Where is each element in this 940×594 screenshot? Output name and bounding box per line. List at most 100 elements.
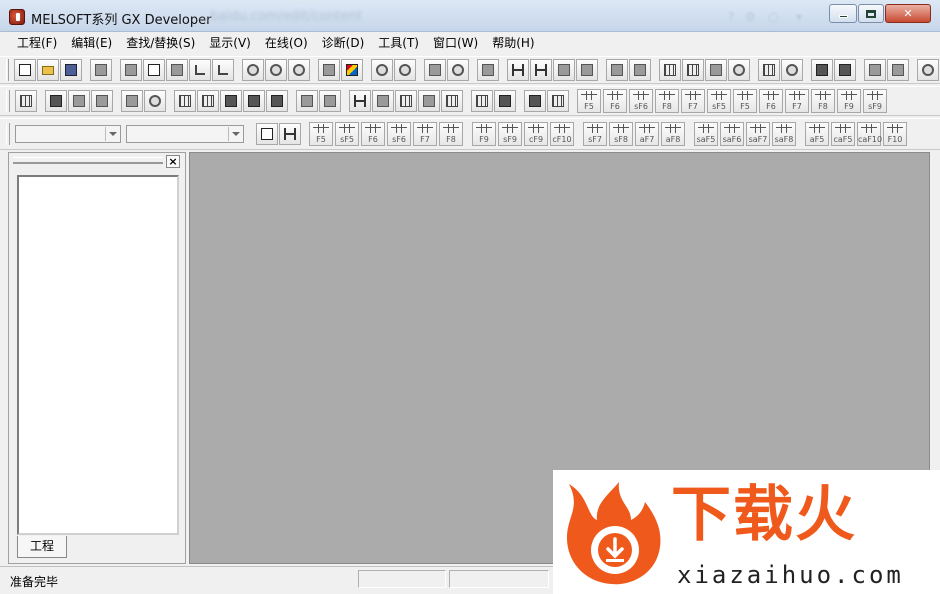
ladder-symbol-button[interactable]: aF8 [661,122,685,146]
minimize-button[interactable] [829,4,857,23]
save-button[interactable] [60,59,82,81]
ladder-edit-button[interactable] [530,59,552,81]
device-button[interactable] [144,90,166,112]
find-device-button[interactable] [265,59,287,81]
ladder-symbol-button[interactable]: aF5 [805,122,829,146]
replace-button[interactable] [68,90,90,112]
block-button[interactable] [174,90,196,112]
step-button[interactable] [811,59,833,81]
menu-item[interactable]: 诊断(D) [315,34,372,52]
window-button[interactable] [864,59,886,81]
ladder-symbol-button[interactable]: F5 [309,122,333,146]
ladder-symbol-button[interactable]: saF8 [772,122,796,146]
insert-button[interactable] [220,90,242,112]
ladder-symbol-button[interactable]: F8 [811,89,835,113]
block-2-button[interactable] [197,90,219,112]
timing-button[interactable] [728,59,750,81]
ladder-symbol-button[interactable]: sF5 [335,122,359,146]
menu-item[interactable]: 在线(O) [258,34,315,52]
insert-row-button[interactable] [243,90,265,112]
menu-item[interactable]: 查找/替换(S) [119,34,202,52]
menu-item[interactable]: 显示(V) [202,34,258,52]
ladder-monitor-button[interactable] [279,123,301,145]
menu-item[interactable]: 窗口(W) [426,34,485,52]
ladder-symbol-button[interactable]: sF7 [583,122,607,146]
ladder-symbol-button[interactable]: F9 [837,89,861,113]
ladder-symbol-button[interactable]: sF5 [707,89,731,113]
ladder-symbol-button[interactable]: F5 [733,89,757,113]
menu-item[interactable]: 编辑(E) [64,34,119,52]
grid-tool-button[interactable] [758,59,780,81]
zoom-button[interactable] [371,59,393,81]
list-2-button[interactable] [547,90,569,112]
replace-2-button[interactable] [91,90,113,112]
find-button[interactable] [242,59,264,81]
ladder-symbol-button[interactable]: F7 [413,122,437,146]
maximize-button[interactable] [858,4,884,23]
ladder-symbol-button[interactable]: sF9 [863,89,887,113]
chevron-down-icon[interactable] [228,127,242,141]
ladder-symbol-button[interactable]: F7 [681,89,705,113]
ladder-view-button[interactable] [507,59,529,81]
list-view-button[interactable] [682,59,704,81]
remote-button[interactable] [629,59,651,81]
ladder-symbol-button[interactable]: F10 [883,122,907,146]
write-button[interactable] [553,59,575,81]
ladder-symbol-button[interactable]: caF5 [831,122,855,146]
monitor-button[interactable] [394,59,416,81]
search-button[interactable] [45,90,67,112]
ladder-symbol-button[interactable]: F9 [472,122,496,146]
ladder-symbol-button[interactable]: F5 [577,89,601,113]
toolbar-grip[interactable] [6,59,9,81]
edit-mode-button[interactable] [705,59,727,81]
write-pc-button[interactable] [576,59,598,81]
comment-display-button[interactable] [256,123,278,145]
print-button[interactable] [90,59,112,81]
color-tool-button[interactable] [341,59,363,81]
ladder-symbol-button[interactable]: F6 [603,89,627,113]
ladder-symbol-button[interactable]: sF8 [609,122,633,146]
ladder-symbol-button[interactable]: saF6 [720,122,744,146]
toolbar-grip[interactable] [6,123,10,145]
list-button[interactable] [15,90,37,112]
step-jump-button[interactable] [418,90,440,112]
ladder-symbol-button[interactable]: saF5 [694,122,718,146]
pin-button[interactable] [524,90,546,112]
ladder-symbol-button[interactable]: sF6 [629,89,653,113]
program-select-combo[interactable] [15,125,121,143]
menu-item[interactable]: 帮助(H) [485,34,541,52]
error-list-button[interactable] [395,90,417,112]
up-button[interactable] [121,90,143,112]
toolbar-grip[interactable] [6,90,10,112]
undo-button[interactable] [189,59,211,81]
menu-item[interactable]: 工程(F) [10,34,64,52]
read-button[interactable] [477,59,499,81]
comment-button[interactable] [296,90,318,112]
display-button[interactable] [781,59,803,81]
ladder-symbol-button[interactable]: caF10 [857,122,882,146]
ladder-symbol-button[interactable]: cF10 [550,122,574,146]
find-instruction-button[interactable] [288,59,310,81]
sort-button[interactable] [494,90,516,112]
device-batch-button[interactable] [659,59,681,81]
ladder-symbol-button[interactable]: F6 [759,89,783,113]
close-button[interactable]: ✕ [885,4,931,23]
ladder-symbol-button[interactable]: sF9 [498,122,522,146]
cut-button[interactable] [120,59,142,81]
ladder-symbol-button[interactable]: sF6 [387,122,411,146]
hand-button[interactable] [319,90,341,112]
window-2-button[interactable] [887,59,909,81]
chevron-down-icon[interactable] [105,127,119,141]
ladder-symbol-button[interactable]: saF7 [746,122,770,146]
tab-project[interactable]: 工程 [17,536,67,558]
mode-button[interactable] [349,90,371,112]
copy-button[interactable] [143,59,165,81]
error-button[interactable] [372,90,394,112]
paste-button[interactable] [166,59,188,81]
cross-button[interactable] [471,90,493,112]
ladder-symbol-button[interactable]: aF7 [635,122,659,146]
open-button[interactable] [37,59,59,81]
help-button[interactable] [917,59,939,81]
ladder-symbol-button[interactable]: F8 [439,122,463,146]
delete-row-button[interactable] [266,90,288,112]
